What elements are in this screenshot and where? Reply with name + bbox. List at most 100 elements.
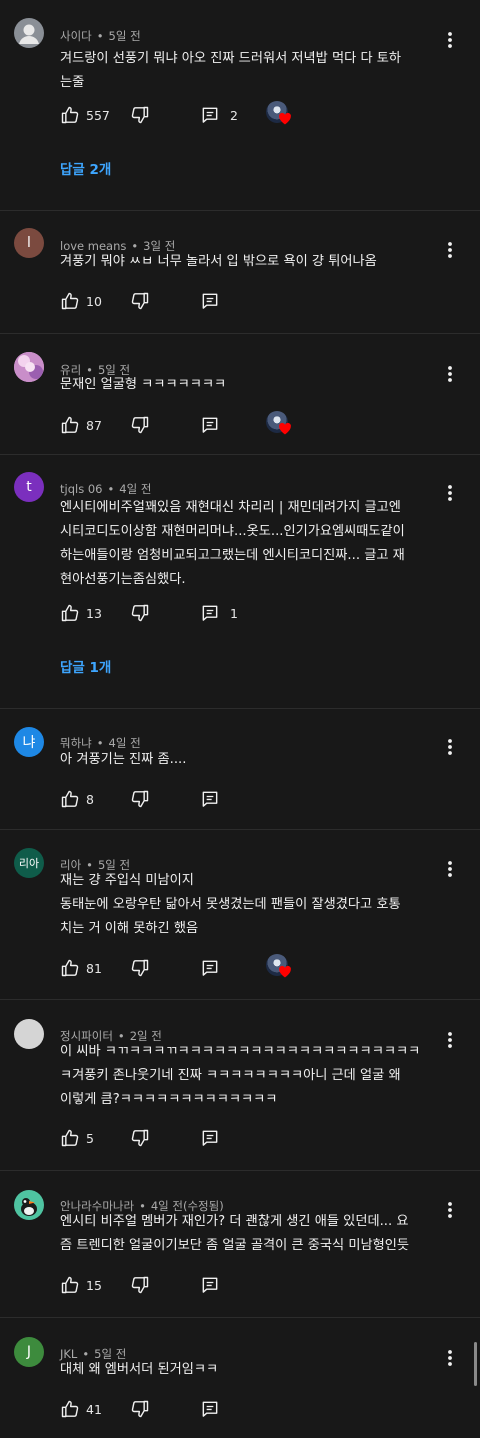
scrollbar[interactable] [474,1342,477,1386]
like-button[interactable]: 87 [60,413,102,437]
reply-button[interactable]: 1 [200,601,238,625]
comment-author[interactable]: tjqls 06 [60,482,102,496]
like-button[interactable]: 15 [60,1273,102,1297]
reply-count: 1 [230,605,238,621]
dislike-button[interactable] [130,289,150,313]
reply-icon [200,1128,220,1148]
avatar[interactable]: J [14,1337,44,1367]
comment-text-line: 겨드랑이 선풍기 뭐냐 아오 진짜 드러워서 저녁밥 먹다 다 토하 [60,51,402,66]
reply-icon [200,415,220,435]
like-button[interactable]: 10 [60,289,102,313]
like-count: 15 [86,1277,102,1293]
comment-divider [0,999,480,1000]
dislike-button[interactable] [130,1397,150,1421]
comment-actions: 10 [60,289,460,313]
meta-separator: • [107,482,115,496]
like-count: 87 [86,417,102,433]
view-replies-link[interactable]: 답글 2개 [60,158,111,178]
comment-text: 겨드랑이 선풍기 뭐냐 아오 진짜 드러워서 저녁밥 먹다 다 토하 는줄 [60,47,455,95]
comment-divider [0,1170,480,1171]
avatar[interactable]: 리아 [14,848,44,878]
creator-heart-badge [266,409,296,439]
avatar-letter: 리아 [18,857,40,870]
meta-separator: • [96,29,104,43]
dislike-button[interactable] [130,601,150,625]
creator-heart-icon [278,963,292,982]
comment-actions: 13 1 [60,601,460,625]
creator-heart-badge [266,99,296,129]
like-count: 13 [86,605,102,621]
reply-icon [200,105,220,125]
comment-divider [0,454,480,455]
thumb-up-icon [60,789,80,809]
comment-text-line: 이 씨바 ㅋㄲㅋㅋㅋㄲㅋㅋㅋㅋㅋㅋㅋㅋㅋㅋㅋㅋㅋㅋㅋㅋㅋㅋㅋㅋ [60,1044,421,1059]
comment-actions: 41 [60,1397,460,1421]
like-button[interactable]: 557 [60,103,110,127]
avatar[interactable]: t [14,472,44,502]
comment-text-line: ㅋ겨풍키 존나웃기네 진짜 ㅋㅋㅋㅋㅋㅋㅋㅋ아니 근데 얼굴 왜 [60,1068,401,1083]
reply-button[interactable] [200,289,220,313]
comment-author[interactable]: 사이다 [60,29,92,43]
comment-divider [0,829,480,830]
like-button[interactable]: 5 [60,1126,94,1150]
thumb-down-icon [130,603,150,623]
view-replies-link[interactable]: 답글 1개 [60,656,111,676]
like-button[interactable]: 81 [60,956,102,980]
reply-button[interactable] [200,956,220,980]
dislike-button[interactable] [130,1126,150,1150]
comment-text: 이 씨바 ㅋㄲㅋㅋㅋㄲㅋㅋㅋㅋㅋㅋㅋㅋㅋㅋㅋㅋㅋㅋㅋㅋㅋㅋㅋㅋ ㅋ겨풍키 존나웃기… [60,1040,455,1112]
comment-text-line: 아 겨풍기는 진짜 좀.... [60,752,187,767]
dislike-button[interactable] [130,787,150,811]
thumb-up-icon [60,291,80,311]
reply-button[interactable] [200,413,220,437]
dislike-button[interactable] [130,103,150,127]
avatar[interactable]: 냐 [14,727,44,757]
comment-text: 대체 왜 엠버서더 된거임ㅋㅋ [60,1358,455,1382]
thumb-up-icon [60,1128,80,1148]
like-count: 41 [86,1401,102,1417]
thumb-down-icon [130,789,150,809]
comment-text-line: 대체 왜 엠버서더 된거임ㅋㅋ [60,1362,219,1377]
reply-button[interactable] [200,1126,220,1150]
avatar[interactable] [14,352,44,382]
thumb-down-icon [130,1399,150,1419]
thumb-up-icon [60,415,80,435]
reply-icon [200,1275,220,1295]
avatar[interactable] [14,18,44,48]
thumb-down-icon [130,1275,150,1295]
comment-text-line: 엔시티에비주얼꽤있음 재현대신 차리리 | 재민데려가지 글고엔 [60,500,401,515]
comment-actions: 15 [60,1273,460,1297]
avatar[interactable] [14,1019,44,1049]
avatar[interactable]: l [14,228,44,258]
dislike-button[interactable] [130,956,150,980]
comment-divider [0,333,480,334]
avatar-letter: l [27,235,31,251]
dislike-button[interactable] [130,1273,150,1297]
creator-heart-icon [278,420,292,439]
comment-divider [0,708,480,709]
reply-count: 2 [230,107,238,123]
comment-text: 재는 걍 주입식 미남이지 동태눈에 오랑우탄 닮아서 못생겼는데 팬들이 잘생겼… [60,869,455,941]
comment-time: 4일 전 [119,482,152,496]
comment-meta: 사이다 • 5일 전 [60,28,141,44]
comment-text: 겨풍기 뭐야 ㅆㅂ 너무 놀라서 입 밖으로 욕이 걍 튀어나옴 [60,250,455,274]
thumb-down-icon [130,1128,150,1148]
reply-button[interactable] [200,787,220,811]
like-button[interactable]: 41 [60,1397,102,1421]
comment-text-line: 재는 걍 주입식 미남이지 [60,873,194,888]
comment-text-line: 하는애들이랑 엄청비교되고그랬는데 엔시티코디진짜... 글고 재 [60,548,405,563]
comment-actions: 557 2 [60,101,460,127]
reply-button[interactable] [200,1397,220,1421]
like-button[interactable]: 8 [60,787,94,811]
dislike-button[interactable] [130,413,150,437]
comment-divider [0,210,480,211]
comment-actions: 8 [60,787,460,811]
comment-text: 아 겨풍기는 진짜 좀.... [60,748,455,772]
reply-button[interactable]: 2 [200,103,238,127]
like-count: 5 [86,1130,94,1146]
comment-actions: 5 [60,1126,460,1150]
like-button[interactable]: 13 [60,601,102,625]
avatar[interactable] [14,1190,44,1220]
reply-icon [200,789,220,809]
reply-button[interactable] [200,1273,220,1297]
